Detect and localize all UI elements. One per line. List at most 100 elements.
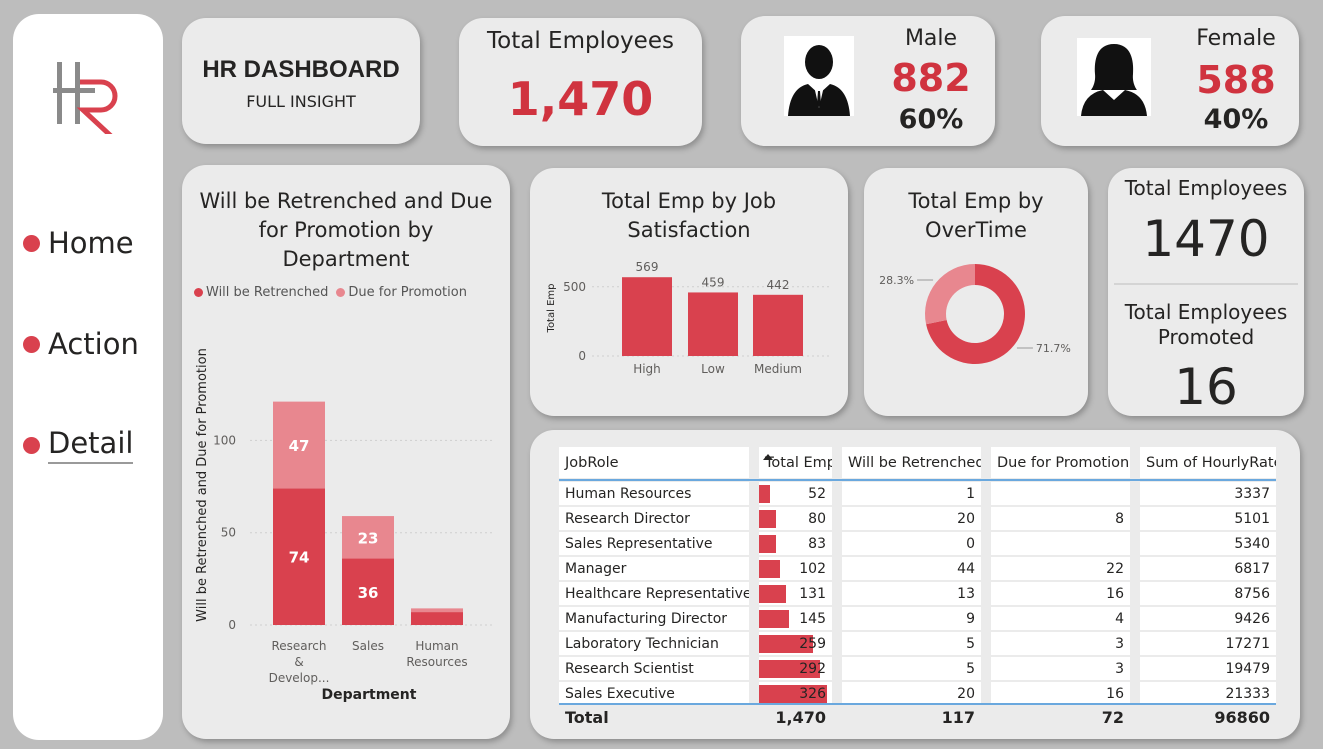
nav-action-label: Action — [48, 327, 139, 361]
table-cell: 21333 — [1140, 682, 1276, 705]
promoted-value: 16 — [1174, 358, 1238, 416]
table-cell: 4 — [991, 607, 1130, 630]
table-cell: 5 — [842, 632, 981, 655]
table-cell — [991, 482, 1130, 505]
nav-detail[interactable]: Detail — [23, 426, 134, 464]
total-hourly-value: 96860 — [1214, 707, 1270, 727]
job-satisfaction-card: Total Emp by Job Satisfaction 0 500 Total … — [530, 168, 848, 416]
cell-value: Sales Representative — [565, 535, 713, 552]
overtime-card: Total Emp by OverTime 71.7% 28.3% — [864, 168, 1088, 416]
cell-value: 145 — [799, 610, 826, 627]
legend-label: Will be Retrenched — [206, 285, 329, 300]
data-bar — [759, 610, 790, 628]
header-due-for-promotion[interactable]: Due for Promotion — [991, 447, 1130, 478]
department-bar-chart: 0 50 100Will be Retrenched and Due for Pro… — [195, 348, 492, 703]
cell-value: 102 — [799, 560, 826, 577]
cell-value: 292 — [799, 660, 826, 677]
cell-value: Laboratory Technician — [565, 635, 719, 652]
cell-value: 5340 — [1234, 535, 1270, 552]
female-pct: 40% — [1203, 104, 1269, 135]
data-bar — [759, 510, 776, 528]
chart-title: Will be Retrenched and Due for Promotion… — [199, 189, 493, 271]
title-card: HR DASHBOARD FULL INSIGHT — [182, 18, 420, 144]
table-cell: 17271 — [1140, 632, 1276, 655]
table-cell: 0 — [842, 532, 981, 555]
table-cell: Research Director — [559, 507, 749, 530]
chart-title: Total Emp by Job Satisfaction — [601, 189, 777, 242]
nav-home-label: Home — [48, 226, 134, 260]
data-label: 23 — [358, 529, 379, 547]
table-cell: 19479 — [1140, 657, 1276, 680]
chart-title: Total Emp by OverTime — [908, 189, 1044, 242]
chart-legend: Will be Retrenched Due for Promotion — [194, 285, 467, 300]
cell-value: 9 — [966, 610, 975, 627]
bullet-icon — [23, 335, 40, 353]
table-cell: 131 — [759, 582, 832, 605]
header-jobrole[interactable]: JobRole — [559, 447, 749, 478]
kpi-value: 1,470 — [507, 72, 654, 126]
cell-value: 4 — [1115, 610, 1124, 627]
dashboard-title: HR DASHBOARD — [202, 56, 400, 83]
table-cell: 20 — [842, 507, 981, 530]
table-cell: Sales Executive — [559, 682, 749, 705]
male-card: Male 882 60% — [741, 16, 995, 146]
y-axis-title: Total Emp — [546, 284, 557, 334]
data-label: 74 — [289, 549, 310, 567]
male-value: 882 — [891, 56, 971, 100]
table-cell — [991, 532, 1130, 555]
female-card: Female 588 40% — [1041, 16, 1299, 146]
female-avatar-icon — [1077, 38, 1151, 116]
sidebar: Home Action Detail — [13, 14, 163, 740]
data-bar — [759, 535, 777, 553]
side-total-value: 1470 — [1142, 210, 1270, 268]
bar-segment — [411, 608, 463, 613]
cell-value: Manager — [565, 560, 627, 577]
table-cell: Research Scientist — [559, 657, 749, 680]
table-cell: Human Resources — [559, 482, 749, 505]
table-cell: 259 — [759, 632, 832, 655]
total-label: Total — [565, 707, 609, 727]
total-employees-card: Total Employees 1,470 — [459, 18, 702, 146]
legend-label: Due for Promotion — [348, 285, 467, 300]
header-will-be-retrenched[interactable]: Will be Retrenched — [842, 447, 981, 478]
x-tick-label: Medium — [754, 362, 802, 376]
header-sum-hourly-rate[interactable]: Sum of HourlyRate — [1140, 447, 1276, 478]
cell-value: 131 — [799, 585, 826, 602]
cell-value: 1 — [966, 485, 975, 502]
cell-value: 8 — [1115, 510, 1124, 527]
cell-value: 16 — [1106, 585, 1124, 602]
table-cell: Laboratory Technician — [559, 632, 749, 655]
table-cell: Manufacturing Director — [559, 607, 749, 630]
table-cell: 5340 — [1140, 532, 1276, 555]
cell-value: 20 — [957, 685, 975, 702]
cell-value: 5101 — [1234, 510, 1270, 527]
table-cell: 83 — [759, 532, 832, 555]
table-cell: Healthcare Representative — [559, 582, 749, 605]
table-cell: 3337 — [1140, 482, 1276, 505]
cell-value: 5 — [966, 635, 975, 652]
y-tick-label: 50 — [221, 526, 236, 540]
nav-home[interactable]: Home — [23, 226, 134, 260]
cell-value: 8756 — [1234, 585, 1270, 602]
table-cell: 102 — [759, 557, 832, 580]
table-cell: 1 — [842, 482, 981, 505]
table-cell: 5 — [842, 657, 981, 680]
nav-detail-label: Detail — [48, 426, 134, 464]
table-cell: 5101 — [1140, 507, 1276, 530]
nav-action[interactable]: Action — [23, 327, 139, 361]
header-total-emp[interactable]: Total Emp — [759, 447, 832, 478]
cell-value: 16 — [1106, 685, 1124, 702]
cell-value: 9426 — [1234, 610, 1270, 627]
data-bar — [759, 485, 770, 503]
side-kpi-card: Total Employees 1470 Total Employees Pro… — [1108, 168, 1304, 416]
y-tick-label: 500 — [563, 280, 586, 294]
jobrole-table: JobRole Total Emp Will be Retrenched Due fo… — [530, 430, 1300, 739]
cell-value: Healthcare Representative — [565, 585, 749, 602]
y-axis-title: Will be Retrenched and Due for Promotion — [195, 348, 210, 622]
table-cell: 8 — [991, 507, 1130, 530]
kpi-label: Total Employees — [487, 28, 674, 54]
data-bar — [759, 585, 787, 603]
cell-value: 20 — [957, 510, 975, 527]
cell-value: 52 — [808, 485, 826, 502]
bar — [622, 277, 672, 356]
